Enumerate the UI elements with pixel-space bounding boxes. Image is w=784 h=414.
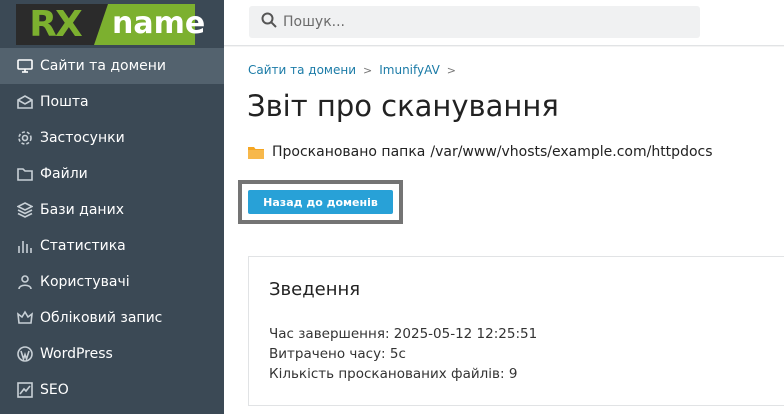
sidebar-item-label: SEO xyxy=(40,382,69,398)
summary-details: Час завершення: 2025-05-12 12:25:51 Витр… xyxy=(269,324,537,384)
breadcrumb-link-imunifyav[interactable]: ImunifyAV xyxy=(379,63,440,77)
sidebar-item-label: Бази даних xyxy=(40,202,124,218)
breadcrumb-link-websites-domains[interactable]: Сайти та домени xyxy=(248,63,356,77)
sidebar-item-label: Користувачі xyxy=(40,274,130,290)
monitor-icon xyxy=(16,57,34,75)
folder-icon xyxy=(16,165,34,183)
scanned-folder-row: Проскановано папка /var/www/vhosts/examp… xyxy=(248,144,713,160)
page-title: Звіт про сканування xyxy=(247,89,559,123)
sidebar: RX name Сайти та домени Пошта Застосунки xyxy=(0,0,224,414)
folder-icon xyxy=(248,146,264,159)
seo-chart-icon xyxy=(16,381,34,399)
sidebar-item-websites-domains[interactable]: Сайти та домени xyxy=(0,48,224,84)
sidebar-item-seo[interactable]: SEO xyxy=(0,372,224,408)
sidebar-item-databases[interactable]: Бази даних xyxy=(0,192,224,228)
sidebar-item-mail[interactable]: Пошта xyxy=(0,84,224,120)
chevron-right-icon: > xyxy=(446,63,456,77)
summary-title: Зведення xyxy=(269,279,361,300)
back-button-highlight: Назад до доменів xyxy=(238,180,403,224)
sidebar-item-wordpress[interactable]: WordPress xyxy=(0,336,224,372)
user-icon xyxy=(16,273,34,291)
sidebar-item-files[interactable]: Файли xyxy=(0,156,224,192)
sidebar-item-label: Сайти та домени xyxy=(40,58,167,74)
chevron-right-icon: > xyxy=(363,63,373,77)
scanned-folder-label: Проскановано папка xyxy=(272,144,426,160)
gear-icon xyxy=(16,129,34,147)
summary-finish-time: Час завершення: 2025-05-12 12:25:51 xyxy=(269,326,538,342)
database-icon xyxy=(16,201,34,219)
crown-icon xyxy=(16,309,34,327)
summary-card: Зведення Час завершення: 2025-05-12 12:2… xyxy=(248,256,784,406)
summary-time-spent: Витрачено часу: 5с xyxy=(269,346,406,362)
logo-name-text: name xyxy=(112,6,206,41)
mail-icon xyxy=(16,93,34,111)
logo-area: RX name xyxy=(0,0,224,48)
logo[interactable]: RX name xyxy=(16,4,205,45)
bar-chart-icon xyxy=(16,237,34,255)
breadcrumb: Сайти та домени > ImunifyAV > xyxy=(248,63,463,77)
sidebar-item-label: Пошта xyxy=(40,94,89,110)
sidebar-item-label: Статистика xyxy=(40,238,126,254)
sidebar-item-account[interactable]: Обліковий запис xyxy=(0,300,224,336)
search-box[interactable] xyxy=(249,6,700,38)
main-content: Сайти та домени > ImunifyAV > Звіт про с… xyxy=(224,47,784,414)
sidebar-item-label: WordPress xyxy=(40,346,113,362)
scanned-folder-path: /var/www/vhosts/example.com/httpdocs xyxy=(430,144,713,160)
sidebar-item-label: Обліковий запис xyxy=(40,310,163,326)
sidebar-item-applications[interactable]: Застосунки xyxy=(0,120,224,156)
sidebar-item-label: Файли xyxy=(40,166,88,182)
summary-files-scanned: Кількість просканованих файлів: 9 xyxy=(269,366,518,382)
sidebar-item-users[interactable]: Користувачі xyxy=(0,264,224,300)
sidebar-item-label: Застосунки xyxy=(40,130,125,146)
search-icon xyxy=(261,12,277,32)
wordpress-icon xyxy=(16,345,34,363)
top-bar xyxy=(224,0,784,46)
back-to-domains-button[interactable]: Назад до доменів xyxy=(248,190,393,214)
search-input[interactable] xyxy=(283,14,683,30)
logo-rx-text: RX xyxy=(16,4,108,45)
sidebar-item-statistics[interactable]: Статистика xyxy=(0,228,224,264)
sidebar-nav: Сайти та домени Пошта Застосунки Файли Б… xyxy=(0,48,224,408)
